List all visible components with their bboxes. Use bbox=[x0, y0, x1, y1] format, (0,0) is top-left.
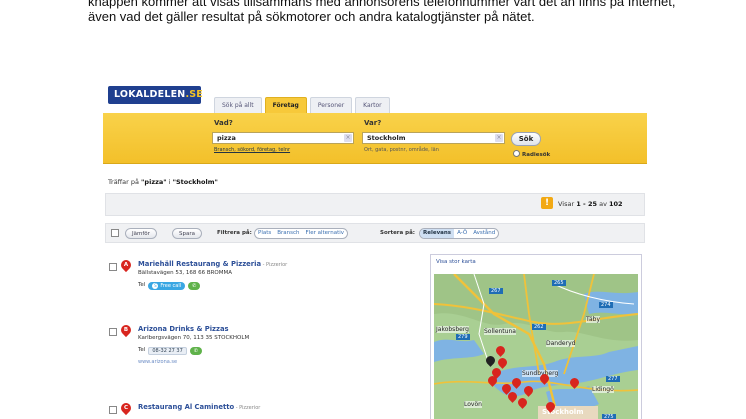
show-large-map-link[interactable]: Visa stor karta bbox=[436, 259, 476, 265]
what-input-value: pizza bbox=[217, 134, 236, 142]
road-sign: 262 bbox=[532, 324, 546, 330]
tab-maps[interactable]: Kartor bbox=[355, 97, 390, 113]
tel-label: Tel bbox=[138, 347, 146, 353]
result-name[interactable]: Restaurang Al Caminetto - Pizzerior bbox=[138, 403, 260, 411]
radius-label: Radiesök bbox=[522, 152, 551, 158]
sort-distance[interactable]: Avstånd bbox=[470, 229, 498, 238]
filter-place[interactable]: Plats bbox=[255, 229, 274, 238]
sort-group: Relevans A-Ö Avstånd bbox=[419, 228, 500, 239]
map-pin-icon: C bbox=[118, 400, 134, 416]
select-all-checkbox[interactable] bbox=[111, 229, 119, 237]
road-sign: 267 bbox=[489, 288, 503, 294]
radius-radio-icon[interactable] bbox=[513, 150, 520, 157]
result-address: Bällstavägen 53, 168 66 BROMMA bbox=[138, 270, 232, 276]
road-sign: 265 bbox=[552, 280, 566, 286]
result-checkbox[interactable] bbox=[109, 328, 117, 336]
logo-main: LOKALDELEN bbox=[114, 89, 186, 100]
map-place-label: Lovön bbox=[464, 401, 482, 408]
result-name[interactable]: Mariehäll Restaurang & Pizzeria - Pizzer… bbox=[138, 260, 287, 268]
count-range: 1 - 25 bbox=[576, 200, 598, 208]
tab-companies[interactable]: Företag bbox=[264, 97, 307, 113]
where-hint: Ort, gata, postnr, område, län bbox=[364, 147, 439, 153]
result-count: Visar 1 - 25 av 102 bbox=[558, 200, 623, 208]
logo-tld: .SE bbox=[185, 89, 203, 100]
search-button[interactable]: Sök bbox=[511, 132, 541, 146]
save-button[interactable]: Spara bbox=[172, 228, 202, 239]
count-total: 102 bbox=[608, 200, 623, 208]
where-label: Var? bbox=[364, 119, 382, 127]
result-checkbox[interactable] bbox=[109, 263, 117, 271]
hits-query: "pizza" bbox=[141, 178, 167, 186]
skype-icon: S bbox=[152, 283, 159, 289]
site-logo[interactable]: LOKALDELEN.SE bbox=[108, 86, 203, 104]
count-prefix: Visar bbox=[558, 200, 577, 208]
result-phone-row: Tel 08-32 27 37 ✆ bbox=[138, 347, 202, 355]
filter-label: Filtrera på: bbox=[217, 230, 252, 236]
map-view[interactable]: 265 267 274 262 279 277 275 Jakobsberg S… bbox=[434, 274, 638, 419]
info-icon: ! bbox=[541, 197, 553, 209]
clear-where-icon[interactable]: × bbox=[495, 134, 503, 142]
pin-letter: B bbox=[123, 327, 129, 333]
filter-branch[interactable]: Bransch bbox=[274, 229, 302, 238]
free-call-button[interactable]: S Free call bbox=[148, 282, 186, 290]
pin-letter: A bbox=[123, 262, 129, 268]
free-call-label: Free call bbox=[160, 283, 182, 289]
pin-letter: C bbox=[123, 405, 129, 411]
phone-icon[interactable]: ✆ bbox=[189, 347, 202, 355]
road-sign: 275 bbox=[602, 414, 616, 419]
map-place-label: Jakobsberg bbox=[436, 326, 469, 333]
map-pin-icon: B bbox=[118, 322, 134, 338]
phone-number-button[interactable]: 08-32 27 37 bbox=[148, 347, 187, 355]
sort-label: Sortera på: bbox=[380, 230, 415, 236]
sort-relevance[interactable]: Relevans bbox=[420, 229, 455, 238]
what-hint-text[interactable]: Bransch, sökord, företag, telnr bbox=[214, 147, 290, 153]
map-panel: Visa stor karta 265 267 274 262 279 277 … bbox=[430, 254, 642, 419]
result-website-link[interactable]: www.arizona.se bbox=[138, 359, 177, 365]
embedded-screenshot: LOKALDELEN.SE Sök på allt Företag Person… bbox=[103, 80, 647, 419]
hits-prefix: Träffar på bbox=[108, 178, 142, 186]
map-place-label: Danderyd bbox=[546, 340, 576, 347]
result-phone-row: Tel S Free call ✆ bbox=[138, 282, 201, 290]
tab-persons[interactable]: Personer bbox=[309, 97, 353, 113]
hits-location: "Stockholm" bbox=[172, 178, 218, 186]
result-category[interactable]: - Pizzerior bbox=[261, 262, 288, 268]
map-pin-icon: A bbox=[118, 257, 134, 273]
what-label: Vad? bbox=[214, 119, 233, 127]
radius-search-option[interactable]: Radiesök bbox=[513, 150, 550, 158]
compare-button[interactable]: Jämför bbox=[125, 228, 157, 239]
result-name-text[interactable]: Restaurang Al Caminetto bbox=[138, 403, 234, 411]
road-sign: 279 bbox=[456, 334, 470, 340]
map-place-label: Sollentuna bbox=[484, 328, 516, 335]
tel-label: Tel bbox=[138, 282, 146, 288]
hits-summary: Träffar på "pizza" i "Stockholm" bbox=[108, 178, 218, 186]
sort-alphabetical[interactable]: A-Ö bbox=[454, 229, 470, 238]
what-hint: Bransch, sökord, företag, telnr bbox=[214, 147, 290, 153]
result-name-text[interactable]: Mariehäll Restaurang & Pizzeria bbox=[138, 260, 261, 268]
result-address: Karlbergsvägen 70, 113 35 STOCKHOLM bbox=[138, 335, 250, 341]
where-input[interactable]: Stockholm × bbox=[362, 132, 505, 144]
phone-icon[interactable]: ✆ bbox=[188, 282, 201, 290]
road-sign: 277 bbox=[606, 376, 620, 382]
count-mid: av bbox=[597, 200, 609, 208]
what-input[interactable]: pizza × bbox=[212, 132, 354, 144]
result-category[interactable]: - Pizzerior bbox=[234, 405, 261, 411]
result-checkbox[interactable] bbox=[109, 406, 117, 414]
map-graphic bbox=[434, 274, 638, 419]
filter-group: Plats Bransch Fler alternativ bbox=[254, 228, 349, 239]
tab-search-all[interactable]: Sök på allt bbox=[214, 97, 262, 113]
road-sign: 274 bbox=[599, 302, 613, 308]
article-text: knappen kommer att visas tillsammans med… bbox=[88, 0, 676, 24]
result-name[interactable]: Arizona Drinks & Pizzas bbox=[138, 325, 229, 333]
filter-more[interactable]: Fler alternativ bbox=[303, 229, 347, 238]
clear-what-icon[interactable]: × bbox=[344, 134, 352, 142]
where-input-value: Stockholm bbox=[367, 134, 406, 142]
map-place-label: Täby bbox=[586, 316, 601, 323]
search-tabs: Sök på allt Företag Personer Kartor bbox=[214, 97, 390, 113]
map-place-label: Lidingö bbox=[592, 386, 614, 393]
